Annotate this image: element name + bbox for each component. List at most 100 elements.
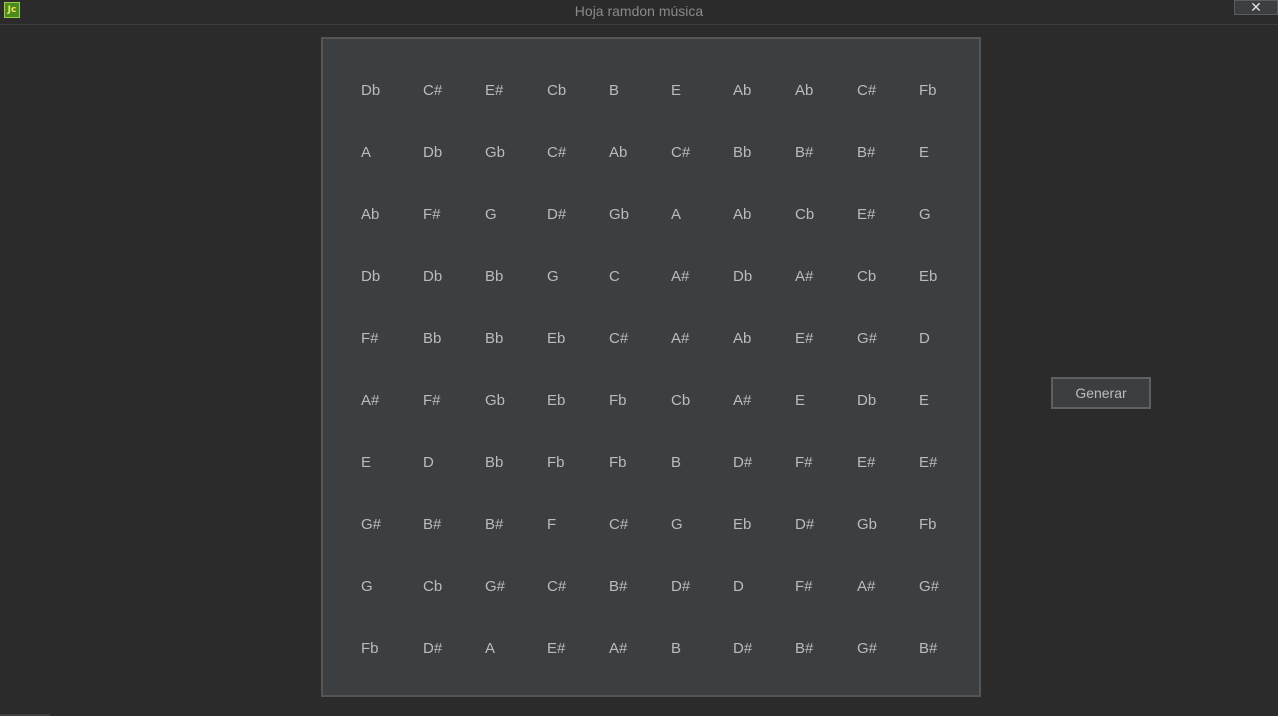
- note-cell: B#: [795, 144, 814, 161]
- note-cell: A#: [609, 640, 628, 657]
- note-cell: A: [485, 640, 496, 657]
- close-button[interactable]: ✕: [1234, 0, 1278, 15]
- note-cell: Db: [857, 392, 877, 409]
- note-cell: Ab: [733, 206, 752, 223]
- note-cell: D#: [547, 206, 567, 223]
- note-cell: D#: [423, 640, 443, 657]
- note-cell: A: [361, 144, 372, 161]
- note-cell: G#: [361, 516, 382, 533]
- note-cell: F#: [361, 330, 379, 347]
- note-cell: Bb: [485, 330, 504, 347]
- note-cell: B: [609, 82, 620, 99]
- note-cell: G#: [485, 578, 506, 595]
- note-cell: Fb: [919, 82, 937, 99]
- note-cell: Cb: [547, 82, 567, 99]
- note-cell: F#: [795, 578, 813, 595]
- note-cell: D: [423, 454, 434, 471]
- note-cell: E#: [795, 330, 814, 347]
- note-cell: Gb: [857, 516, 878, 533]
- note-cell: B#: [423, 516, 442, 533]
- note-cell: Cb: [423, 578, 443, 595]
- note-cell: C#: [857, 82, 877, 99]
- note-cell: Fb: [361, 640, 379, 657]
- note-cell: G: [919, 206, 931, 223]
- note-cell: Eb: [547, 330, 566, 347]
- note-cell: Db: [361, 82, 381, 99]
- note-cell: E: [361, 454, 372, 471]
- note-cell: E: [919, 144, 930, 161]
- note-cell: D#: [733, 454, 753, 471]
- note-cell: E: [919, 392, 930, 409]
- note-cell: G#: [919, 578, 940, 595]
- note-cell: B: [671, 640, 682, 657]
- note-cell: Cb: [795, 206, 815, 223]
- note-cell: A#: [361, 392, 380, 409]
- note-cell: Bb: [733, 144, 752, 161]
- note-cell: B#: [485, 516, 504, 533]
- note-cell: Eb: [919, 268, 938, 285]
- note-cell: A: [671, 206, 682, 223]
- note-cell: Ab: [733, 330, 752, 347]
- note-cell: A#: [733, 392, 752, 409]
- note-cell: E: [795, 392, 806, 409]
- note-cell: G#: [857, 640, 878, 657]
- note-cell: A#: [795, 268, 814, 285]
- note-cell: E#: [857, 206, 876, 223]
- note-cell: Cb: [671, 392, 691, 409]
- note-cell: C#: [671, 144, 691, 161]
- note-cell: Db: [423, 144, 443, 161]
- note-cell: Fb: [547, 454, 565, 471]
- note-cell: F#: [423, 392, 441, 409]
- note-cell: Gb: [485, 392, 506, 409]
- notes-grid-panel: Db C# E# Cb B E Ab Ab C# Fb A Db Gb C# Ab C# Bb B# B# E Ab F#…: [321, 37, 981, 697]
- note-cell: E#: [547, 640, 566, 657]
- note-cell: D#: [795, 516, 815, 533]
- note-cell: Eb: [733, 516, 752, 533]
- note-cell: C#: [609, 516, 629, 533]
- note-cell: D: [919, 330, 930, 347]
- note-cell: Bb: [485, 454, 504, 471]
- note-cell: A#: [857, 578, 876, 595]
- note-cell: C#: [423, 82, 443, 99]
- note-cell: Ab: [795, 82, 814, 99]
- note-cell: C#: [547, 578, 567, 595]
- note-cell: F#: [423, 206, 441, 223]
- note-cell: G: [671, 516, 683, 533]
- note-cell: E#: [485, 82, 504, 99]
- note-cell: G: [485, 206, 497, 223]
- note-cell: Bb: [485, 268, 504, 285]
- note-cell: Ab: [733, 82, 752, 99]
- note-cell: Ab: [361, 206, 380, 223]
- note-cell: E#: [857, 454, 876, 471]
- note-cell: Gb: [485, 144, 506, 161]
- note-cell: G: [547, 268, 559, 285]
- note-cell: B#: [857, 144, 876, 161]
- note-cell: B#: [795, 640, 814, 657]
- note-cell: C#: [609, 330, 629, 347]
- note-cell: B: [671, 454, 682, 471]
- note-cell: G#: [857, 330, 878, 347]
- note-cell: Db: [361, 268, 381, 285]
- note-cell: C#: [547, 144, 567, 161]
- note-cell: E#: [919, 454, 938, 471]
- note-cell: Cb: [857, 268, 877, 285]
- note-cell: E: [671, 82, 682, 99]
- generate-button[interactable]: Generar: [1051, 377, 1151, 409]
- note-cell: Fb: [919, 516, 937, 533]
- note-cell: Gb: [609, 206, 630, 223]
- note-cell: B#: [609, 578, 628, 595]
- note-cell: D: [733, 578, 744, 595]
- note-cell: C: [609, 268, 620, 285]
- note-cell: A#: [671, 268, 690, 285]
- note-cell: Ab: [609, 144, 628, 161]
- note-cell: D#: [671, 578, 691, 595]
- window-title: Hoja ramdon música: [574, 3, 704, 19]
- note-cell: Eb: [547, 392, 566, 409]
- note-cell: Db: [733, 268, 753, 285]
- title-bar: Jc Hoja ramdon música ✕: [0, 0, 1278, 25]
- note-cell: Bb: [423, 330, 442, 347]
- note-cell: G: [361, 578, 373, 595]
- note-cell: Db: [423, 268, 443, 285]
- note-cell: Fb: [609, 392, 627, 409]
- note-cell: A#: [671, 330, 690, 347]
